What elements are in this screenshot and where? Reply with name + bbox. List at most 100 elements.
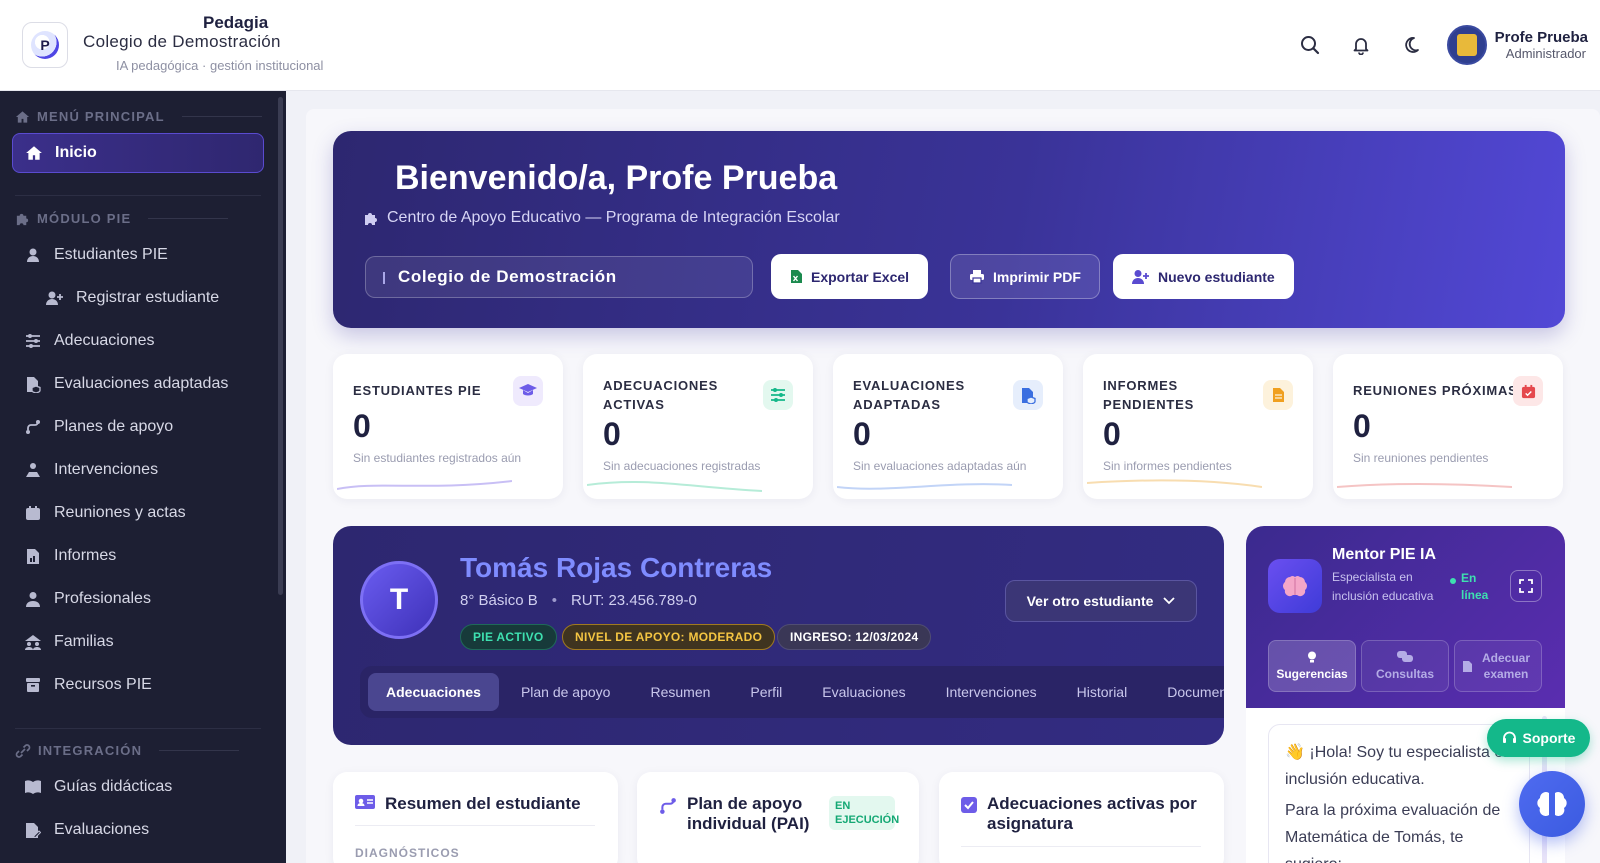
stat-value: 0 [853, 416, 871, 452]
section-pie-label: MÓDULO PIE [37, 211, 132, 226]
student-grade: 8° Básico B [460, 592, 538, 609]
adecuaciones-card-title: Adecuaciones activas por asignatura [961, 794, 1207, 834]
file-shield-icon [1013, 380, 1043, 410]
stat-sparkline [587, 480, 762, 492]
sidebar-item-label: Intervenciones [54, 461, 159, 478]
moon-icon[interactable] [1398, 32, 1424, 58]
mentor-tab-adecuar[interactable]: Adecuar examen [1454, 640, 1542, 692]
tab-resumen[interactable]: Resumen [632, 673, 728, 711]
tab-intervenciones[interactable]: Intervenciones [928, 673, 1055, 711]
change-student-button[interactable]: Ver otro estudiante [1005, 580, 1197, 622]
sidebar-item-label: Informes [54, 547, 117, 564]
new-student-button[interactable]: Nuevo estudiante [1113, 254, 1294, 299]
sidebar-scrollbar[interactable] [278, 97, 283, 595]
box-icon [24, 676, 42, 694]
search-icon[interactable] [1297, 32, 1323, 58]
student-avatar: T [360, 561, 438, 639]
tab-perfil[interactable]: Perfil [732, 673, 800, 711]
chevron-down-icon [1163, 597, 1176, 605]
brand-tagline: IA pedagógica · gestión institucional [116, 58, 324, 73]
stat-value: 0 [1353, 408, 1371, 444]
welcome-subtitle-text: Centro de Apoyo Educativo — Programa de … [387, 209, 840, 226]
sidebar-item-evaluaciones-adaptadas[interactable]: Evaluaciones adaptadas [12, 364, 264, 404]
stat-sparkline [837, 483, 1012, 490]
book-icon [24, 778, 42, 796]
summary-card-title: Resumen del estudiante [355, 794, 581, 814]
mentor-tab-sugerencias[interactable]: Sugerencias [1268, 640, 1356, 692]
mentor-status: En línea [1450, 570, 1495, 604]
sidebar-item-label: Estudiantes PIE [54, 246, 168, 263]
tab-adecuaciones[interactable]: Adecuaciones [368, 673, 499, 711]
student-name: Tomás Rojas Contreras [460, 552, 773, 583]
stat-note: Sin estudiantes registrados aún [353, 451, 522, 465]
student-card: T Tomás Rojas Contreras 8° Básico B • RU… [333, 526, 1224, 745]
sidebar-item-intervenciones[interactable]: Intervenciones [12, 450, 264, 490]
headset-icon [1502, 731, 1516, 743]
tab-evaluaciones[interactable]: Evaluaciones [804, 673, 923, 711]
sidebar-item-adecuaciones[interactable]: Adecuaciones [12, 321, 264, 361]
sidebar-item-label: Registrar estudiante [76, 289, 220, 306]
file-shield-icon [24, 375, 42, 393]
hands-icon [24, 461, 42, 479]
card-divider [355, 825, 595, 826]
stat-card-reuniones[interactable]: REUNIONES PRÓXIMAS 0 Sin reuniones pendi… [1333, 354, 1563, 499]
stat-label: ESTUDIANTES PIE [353, 383, 482, 398]
welcome-banner: Bienvenido/a, Profe Prueba Centro de Apo… [333, 131, 1565, 328]
top-bar: P Pedagia Colegio de Demostración IA ped… [0, 0, 1600, 91]
sidebar-item-inicio[interactable]: Inicio [12, 133, 264, 173]
print-pdf-label: Imprimir PDF [993, 268, 1081, 285]
sidebar-item-informes[interactable]: Informes [12, 536, 264, 576]
stat-label: INFORMES PENDIENTES [1103, 378, 1195, 412]
student-rut: RUT: 23.456.789-0 [570, 592, 697, 609]
app-logo[interactable]: P [22, 22, 68, 68]
sidebar-item-estudiantes[interactable]: Estudiantes PIE [12, 235, 264, 275]
export-excel-button[interactable]: Exportar Excel [771, 254, 929, 299]
user-name: Profe Prueba [1494, 29, 1588, 46]
sidebar-item-guias[interactable]: Guías didácticas [12, 767, 264, 807]
mentor-tab-consultas[interactable]: Consultas [1361, 640, 1449, 692]
link-section-icon [15, 743, 31, 758]
puzzle-section-icon [16, 213, 29, 226]
home-section-icon [15, 110, 30, 123]
stat-label: EVALUACIONES ADAPTADAS [853, 378, 965, 412]
support-button[interactable]: Soporte [1487, 719, 1590, 757]
user-avatar[interactable] [1447, 25, 1487, 65]
brain-icon [1268, 559, 1322, 613]
sidebar-item-planes[interactable]: Planes de apoyo [12, 407, 264, 447]
comments-icon [1397, 650, 1413, 662]
route-icon [24, 418, 42, 436]
assistant-fab[interactable] [1519, 771, 1585, 837]
stat-card-adecuaciones[interactable]: ADECUACIONES ACTIVAS 0 Sin adecuaciones … [583, 354, 813, 499]
stat-value: 0 [353, 408, 371, 444]
stat-card-students[interactable]: ESTUDIANTES PIE 0 Sin estudiantes regist… [333, 354, 563, 499]
tab-plan-apoyo[interactable]: Plan de apoyo [503, 673, 629, 711]
print-pdf-button[interactable]: Imprimir PDF [950, 254, 1100, 299]
mentor-tab-label: Consultas [1375, 666, 1434, 681]
sidebar-item-evaluaciones[interactable]: Evaluaciones [12, 810, 264, 850]
sidebar-item-profesionales[interactable]: Profesionales [12, 579, 264, 619]
stat-card-evaluaciones[interactable]: EVALUACIONES ADAPTADAS 0 Sin evaluacione… [833, 354, 1063, 499]
pai-card-title: Plan de apoyo individual (PAI) [659, 794, 827, 834]
file-pen-icon [24, 821, 42, 839]
stat-card-informes[interactable]: INFORMES PENDIENTES 0 Sin informes pendi… [1083, 354, 1313, 499]
online-dot [1450, 578, 1456, 584]
puzzle-icon [365, 213, 377, 225]
sidebar-item-registrar[interactable]: Registrar estudiante [12, 278, 264, 318]
tab-historial[interactable]: Historial [1059, 673, 1146, 711]
student-meta: 8° Básico B • RUT: 23.456.789-0 [460, 592, 697, 609]
bell-icon[interactable] [1348, 32, 1374, 58]
calendar-icon [1513, 376, 1543, 406]
new-student-label: Nuevo estudiante [1158, 268, 1275, 285]
summary-card: Resumen del estudiante DIAGNÓSTICOS [333, 772, 618, 863]
expand-icon[interactable] [1510, 570, 1542, 602]
welcome-title: Bienvenido/a, Profe Prueba [395, 159, 838, 197]
lightbulb-icon [1308, 651, 1316, 662]
sidebar-item-reuniones[interactable]: Reuniones y actas [12, 493, 264, 533]
sidebar-item-familias[interactable]: Familias [12, 622, 264, 662]
school-selector[interactable]: Colegio de Demostración [365, 256, 753, 298]
sidebar-item-label: Familias [54, 633, 114, 650]
sidebar-item-recursos[interactable]: Recursos PIE [12, 665, 264, 705]
logo-mark-icon: P [31, 31, 59, 59]
tab-documentos[interactable]: Documen [1149, 673, 1224, 711]
sliders-icon [24, 332, 42, 350]
